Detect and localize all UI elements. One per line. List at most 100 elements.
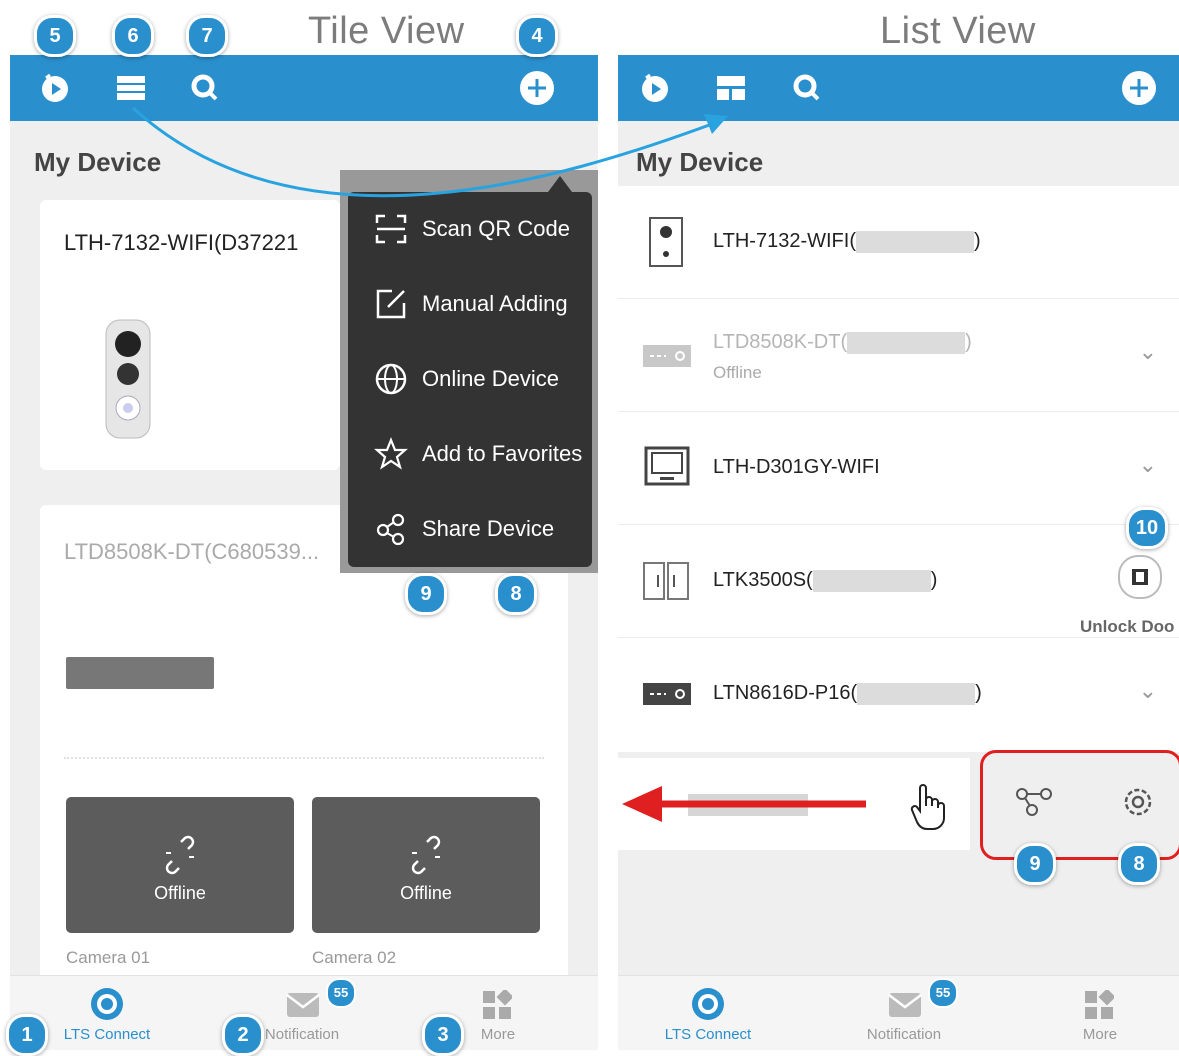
- tile-view-panel: My Device LTH-7132-WIFI(D37221 LTD8508K-…: [10, 55, 598, 1050]
- notification-badge: 55: [326, 978, 356, 1008]
- settings-icon[interactable]: [1120, 784, 1156, 820]
- list-item[interactable]: LTH-D301GY-WIFI ⌄: [618, 412, 1179, 524]
- lts-connect-icon: [91, 988, 123, 1020]
- callout-5: 5: [34, 15, 76, 57]
- menu-pointer: [548, 176, 572, 192]
- camera-label: Camera 01: [66, 948, 151, 967]
- redacted-serial: [857, 682, 976, 705]
- redacted-serial: [855, 230, 974, 253]
- share-icon[interactable]: [1014, 786, 1054, 818]
- menu-item-share-device[interactable]: Share Device: [348, 492, 592, 567]
- doorbell-image: [105, 319, 151, 439]
- play-icon[interactable]: [38, 71, 72, 105]
- callout-9: 9: [405, 573, 447, 615]
- camera-label: Camera 02: [312, 948, 397, 967]
- mail-icon: [286, 993, 320, 1017]
- device-name: LTH-7132-WIFI(: [713, 230, 856, 252]
- door-icon: [1132, 569, 1148, 585]
- camera-tile[interactable]: Offline: [312, 797, 540, 933]
- nvr-icon: [643, 683, 691, 705]
- list-view-title: List View: [880, 10, 1036, 52]
- list-item[interactable]: LTK3500S() Unlock Doo: [618, 525, 1179, 637]
- broken-link-icon: [165, 835, 195, 875]
- menu-item-manual-adding[interactable]: Manual Adding: [348, 267, 592, 342]
- add-icon[interactable]: [1120, 69, 1158, 107]
- edit-icon: [376, 289, 406, 319]
- monitor-icon: [644, 446, 690, 486]
- unlock-door-button[interactable]: [1118, 555, 1162, 599]
- menu-item-add-favorites[interactable]: Add to Favorites: [348, 417, 592, 492]
- nav-notification[interactable]: 55 Notification: [824, 976, 984, 1050]
- device-card[interactable]: LTH-7132-WIFI(D37221: [40, 200, 340, 470]
- scan-icon: [375, 214, 407, 244]
- section-title: My Device: [34, 147, 162, 177]
- mail-icon: [888, 993, 922, 1017]
- list-item[interactable]: LTD8508K-DT() Offline ⌄: [618, 299, 1179, 411]
- redacted-serial: [847, 331, 966, 354]
- hand-cursor-icon: [910, 784, 945, 830]
- device-name: LTH-D301GY-WIFI: [713, 456, 880, 478]
- callout-8: 8: [495, 573, 537, 615]
- swipe-arrow-icon: [622, 786, 866, 822]
- device-card[interactable]: LTD8508K-DT(C680539... ••• Offline Offli…: [40, 505, 568, 1050]
- camera-tile[interactable]: Offline: [66, 797, 294, 933]
- tile-view-topbar: [10, 55, 598, 121]
- device-status: Offline: [713, 363, 762, 382]
- add-menu: Scan QR Code Manual Adding Online Device: [348, 192, 592, 567]
- layout-icon[interactable]: [114, 71, 148, 105]
- globe-icon: [375, 363, 407, 395]
- menu-item-scan-qr[interactable]: Scan QR Code: [348, 192, 592, 267]
- search-icon[interactable]: [188, 71, 222, 105]
- chevron-down-icon[interactable]: ⌄: [1139, 339, 1157, 365]
- doorbell-icon: [649, 217, 683, 267]
- list-view-topbar: [618, 55, 1179, 121]
- star-icon: [374, 437, 408, 470]
- callout-4: 4: [516, 15, 558, 57]
- device-name: LTD8508K-DT(C680539...: [64, 539, 320, 564]
- section-title: My Device: [636, 147, 764, 177]
- search-icon[interactable]: [790, 71, 824, 105]
- list-view-panel: My Device LTH-7132-WIFI() LTD8508K-DT() …: [618, 55, 1179, 1050]
- chevron-down-icon[interactable]: ⌄: [1139, 678, 1157, 704]
- callout-6: 6: [112, 15, 154, 57]
- nav-lts-connect[interactable]: LTS Connect: [27, 976, 187, 1050]
- nav-more[interactable]: More: [1020, 976, 1179, 1050]
- play-icon[interactable]: [638, 71, 672, 105]
- device-name: LTK3500S(: [713, 569, 813, 591]
- device-name: LTD8508K-DT(: [713, 331, 848, 353]
- lts-connect-icon: [692, 988, 724, 1020]
- door-station-icon: [643, 562, 689, 600]
- device-list: LTH-7132-WIFI() LTD8508K-DT() Offline ⌄ …: [618, 186, 1179, 752]
- divider: [64, 757, 544, 759]
- bottom-nav: LTS Connect 55 Notification More: [618, 975, 1179, 1050]
- add-menu-overlay: Scan QR Code Manual Adding Online Device: [340, 170, 598, 573]
- notification-badge: 55: [928, 978, 958, 1008]
- bottom-nav: LTS Connect 55 Notification More: [10, 975, 598, 1050]
- callout-10: 10: [1126, 507, 1168, 549]
- callout-9: 9: [1014, 843, 1056, 885]
- device-name: LTN8616D-P16(: [713, 682, 858, 704]
- add-icon[interactable]: [518, 69, 556, 107]
- share-icon: [376, 513, 405, 546]
- list-item[interactable]: LTH-7132-WIFI(): [618, 186, 1179, 298]
- redacted-serial: [812, 569, 931, 592]
- callout-8: 8: [1118, 843, 1160, 885]
- tile-view-title: Tile View: [308, 10, 465, 52]
- broken-link-icon: [411, 835, 441, 875]
- nvr-image: [66, 657, 214, 689]
- chevron-down-icon[interactable]: ⌄: [1139, 452, 1157, 478]
- tile-layout-icon[interactable]: [714, 71, 748, 105]
- menu-item-online-device[interactable]: Online Device: [348, 342, 592, 417]
- camera-status: Offline: [400, 883, 452, 903]
- device-name: LTH-7132-WIFI(D37221: [64, 230, 299, 255]
- swiped-list-item[interactable]: [618, 758, 970, 850]
- unlock-door-label: Unlock Doo: [1080, 617, 1175, 636]
- grid-icon: [1085, 990, 1114, 1019]
- nav-lts-connect[interactable]: LTS Connect: [628, 976, 788, 1050]
- dvr-icon: [643, 345, 691, 367]
- camera-status: Offline: [154, 883, 206, 903]
- grid-icon: [483, 990, 512, 1019]
- callout-7: 7: [186, 15, 228, 57]
- list-item[interactable]: LTN8616D-P16() ⌄: [618, 638, 1179, 750]
- swipe-actions: [970, 750, 1179, 860]
